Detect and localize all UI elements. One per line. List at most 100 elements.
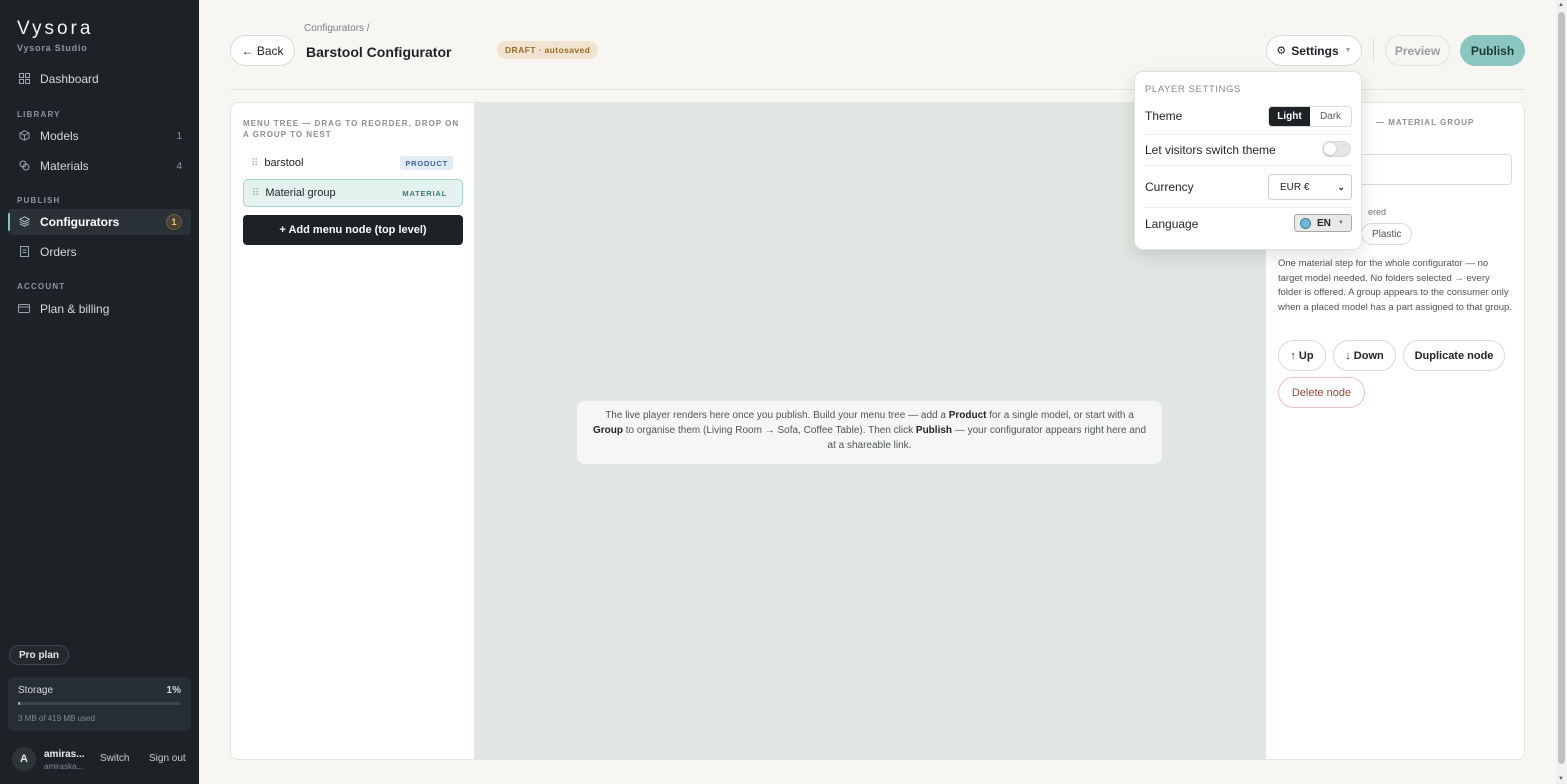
note-text: The live player renders here once you pu…	[605, 410, 949, 421]
layers-icon	[18, 216, 30, 228]
materials-count: 4	[176, 160, 182, 172]
switch-account-link[interactable]: Switch	[100, 753, 129, 764]
brand-logo: Vysora	[17, 18, 94, 39]
language-select[interactable]: EN ▼	[1294, 214, 1352, 232]
sidebar-item-materials[interactable]: Materials 4	[8, 153, 191, 179]
sidebar-item-orders[interactable]: Orders	[8, 239, 191, 265]
theme-light-option[interactable]: Light	[1269, 107, 1310, 126]
currency-select[interactable]: EUR € ⌄	[1268, 174, 1352, 200]
sidebar-item-plan-billing[interactable]: Plan & billing	[8, 296, 191, 322]
back-button[interactable]: ← Back	[230, 35, 295, 66]
note-bold-product: Product	[948, 410, 987, 421]
note-bold-publish: Publish	[915, 425, 953, 436]
globe-icon	[1300, 217, 1311, 229]
language-label: Language	[1145, 217, 1199, 231]
language-value: EN	[1317, 217, 1331, 229]
tree-node-label: barstool	[264, 157, 304, 169]
drag-handle-icon[interactable]: ⠿	[251, 158, 258, 169]
popover-title: PLAYER SETTINGS	[1145, 84, 1241, 95]
sign-out-link[interactable]: Sign out	[149, 753, 186, 764]
divider	[1145, 134, 1352, 135]
move-down-button[interactable]: ↓ Down	[1333, 340, 1396, 371]
section-label-account: ACCOUNT	[17, 282, 66, 291]
chevron-down-icon: ▼	[1337, 220, 1344, 226]
player-settings-popover: PLAYER SETTINGS Theme Light Dark Let vis…	[1134, 71, 1362, 250]
grid-icon	[18, 73, 30, 85]
sidebar-item-models[interactable]: Models 1	[8, 123, 191, 149]
menu-tree-panel: MENU TREE — DRAG TO REORDER, DROP ON A G…	[231, 103, 475, 759]
sidebar-item-label: Materials	[40, 159, 89, 173]
duplicate-node-button[interactable]: Duplicate node	[1403, 340, 1505, 371]
node-description: One material step for the whole configur…	[1278, 258, 1512, 313]
preview-button[interactable]: Preview	[1385, 35, 1450, 66]
folder-chip-plastic[interactable]: Plastic	[1361, 223, 1413, 245]
node-type-tag: MATERIAL	[402, 188, 447, 198]
node-type-tag: PRODUCT	[400, 156, 453, 170]
sidebar: Vysora Vysora Studio Dashboard LIBRARY M…	[0, 0, 199, 784]
sidebar-item-label: Models	[40, 129, 79, 143]
settings-label: Settings	[1291, 43, 1339, 58]
models-count: 1	[176, 130, 182, 142]
sidebar-item-dashboard[interactable]: Dashboard	[8, 66, 191, 92]
storage-progress-bar	[18, 702, 181, 705]
move-up-button[interactable]: ↑ Up	[1278, 340, 1326, 371]
header-divider	[1373, 38, 1374, 62]
theme-segmented-control: Light Dark	[1268, 106, 1352, 127]
note-text: for a single model, or start with a	[986, 410, 1134, 421]
visitors-switch-theme-label: Let visitors switch theme	[1145, 143, 1276, 157]
avatar[interactable]: A	[12, 747, 36, 771]
receipt-icon	[18, 246, 30, 258]
theme-dark-option[interactable]: Dark	[1310, 107, 1351, 126]
configurators-count-badge: 1	[166, 214, 182, 230]
scroll-up-icon[interactable]: ▲	[1558, 2, 1564, 8]
currency-value: EUR €	[1280, 181, 1310, 193]
delete-node-button[interactable]: Delete node	[1278, 377, 1365, 408]
card-icon	[18, 303, 30, 315]
tree-node-material-group[interactable]: ⠿ Material group MATERIAL	[243, 179, 463, 207]
divider	[1145, 165, 1352, 166]
divider	[1145, 207, 1352, 208]
brand-subtitle: Vysora Studio	[17, 43, 88, 53]
tree-node-barstool[interactable]: ⠿ barstool PRODUCT	[243, 149, 463, 177]
scrollbar-thumb[interactable]	[1558, 12, 1565, 764]
visitors-switch-theme-toggle[interactable]	[1322, 141, 1351, 157]
page-title: Barstool Configurator	[306, 44, 452, 60]
sidebar-item-label: Plan & billing	[40, 302, 110, 316]
sidebar-item-label: Orders	[40, 245, 77, 259]
settings-button[interactable]: ⚙ Settings ▼	[1266, 35, 1362, 66]
section-label-library: LIBRARY	[17, 110, 61, 119]
folder-filter-label: ered	[1368, 207, 1387, 217]
sidebar-item-label: Configurators	[40, 215, 120, 229]
preview-placeholder-note: The live player renders here once you pu…	[577, 401, 1162, 464]
publish-button[interactable]: Publish	[1460, 35, 1525, 66]
tree-node-label: Material group	[265, 187, 336, 199]
note-bold-group: Group	[592, 425, 623, 436]
user-name: amiras...	[44, 749, 85, 760]
currency-label: Currency	[1145, 180, 1194, 194]
user-email: amiraska...	[44, 762, 84, 771]
sidebar-item-label: Dashboard	[40, 72, 99, 86]
status-badge: DRAFT · autosaved	[497, 41, 599, 59]
chevron-down-icon: ▼	[1344, 47, 1352, 54]
toggle-knob	[1324, 143, 1336, 155]
swatch-icon	[18, 160, 30, 172]
storage-detail: 3 MB of 419 MB used	[18, 714, 95, 723]
storage-progress-fill	[18, 702, 20, 705]
drag-handle-icon[interactable]: ⠿	[252, 188, 259, 199]
add-menu-node-button[interactable]: + Add menu node (top level)	[243, 215, 463, 245]
gear-icon: ⚙	[1276, 45, 1287, 57]
note-text: to organise them (Living Room → Sofa, Co…	[622, 425, 916, 436]
storage-label: Storage	[18, 685, 54, 696]
page-scrollbar[interactable]: ▲ ▼	[1556, 0, 1567, 784]
properties-heading: — MATERIAL GROUP	[1376, 118, 1475, 127]
sidebar-item-configurators[interactable]: Configurators 1	[8, 209, 191, 235]
plan-pill[interactable]: Pro plan	[9, 645, 70, 665]
theme-label: Theme	[1145, 109, 1183, 123]
section-label-publish: PUBLISH	[17, 196, 61, 205]
menu-tree-heading: MENU TREE — DRAG TO REORDER, DROP ON A G…	[243, 119, 460, 139]
cube-icon	[18, 130, 30, 142]
scroll-down-icon[interactable]: ▼	[1558, 776, 1564, 782]
chevron-down-icon: ⌄	[1337, 181, 1345, 192]
storage-percent: 1%	[166, 685, 181, 696]
breadcrumb[interactable]: Configurators /	[304, 23, 370, 34]
